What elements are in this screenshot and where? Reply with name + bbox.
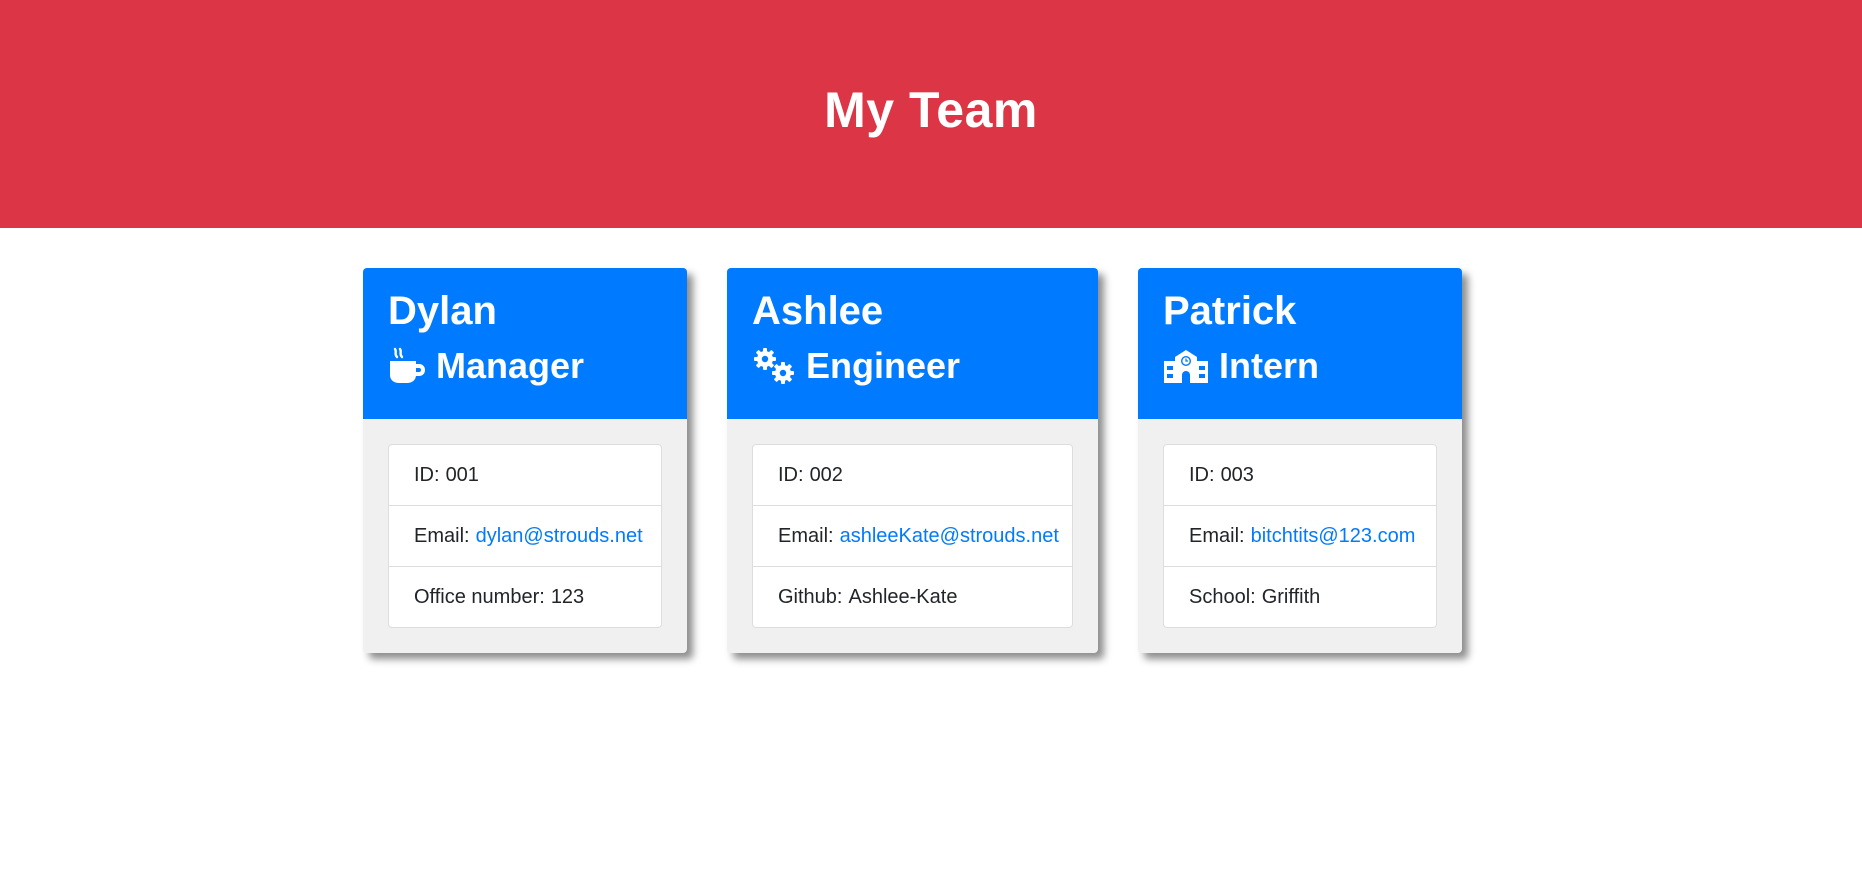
email-link[interactable]: bitchtits@123.com [1251,525,1416,548]
list-item-id: ID: 002 [753,445,1072,506]
id-value: 003 [1220,463,1254,486]
card-header: Patrick Intern [1138,268,1462,419]
employee-card-engineer: Ashlee Engineer ID: 002 Email: ashleeKat… [727,268,1098,653]
list-item-id: ID: 001 [389,445,661,506]
employee-role: Intern [1163,344,1462,388]
school-value: Griffith [1261,585,1321,608]
id-value: 001 [445,463,479,486]
card-header: Ashlee Engineer [727,268,1098,419]
id-label: ID: [414,463,440,486]
employee-details-list: ID: 003 Email: bitchtits@123.com School:… [1163,444,1437,628]
coffee-icon [388,347,426,385]
employee-card-manager: Dylan Manager ID: 001 Email: dylan@strou… [363,268,687,653]
employee-card-intern: Patrick Intern ID: 003 Email: bitchtits@… [1138,268,1462,653]
id-label: ID: [778,463,804,486]
list-item-school: School: Griffith [1164,567,1436,627]
email-label: Email: [778,524,834,547]
id-label: ID: [1189,463,1215,486]
list-item-id: ID: 003 [1164,445,1436,506]
github-label: Github: [778,585,843,608]
office-value: 123 [550,585,585,608]
role-label: Manager [436,345,585,386]
school-icon [1163,347,1209,385]
role-label: Intern [1219,345,1320,386]
list-item-email: Email: dylan@strouds.net [389,506,661,567]
employee-role: Manager [388,344,687,388]
office-label: Office number: [414,585,545,608]
employee-details-list: ID: 002 Email: ashleeKate@strouds.net Gi… [752,444,1073,628]
page-title: My Team [824,82,1038,138]
employee-name: Patrick [1163,289,1297,333]
email-link[interactable]: ashleeKate@strouds.net [840,525,1059,548]
card-header: Dylan Manager [363,268,687,419]
list-item-email: Email: bitchtits@123.com [1164,506,1436,567]
email-label: Email: [1189,524,1245,547]
list-item-office: Office number: 123 [389,567,661,627]
github-value: Ashlee-Kate [848,585,958,608]
role-label: Engineer [806,345,961,386]
list-item-email: Email: ashleeKate@strouds.net [753,506,1072,567]
employee-name: Dylan [388,289,497,333]
page-header: My Team [0,0,1862,228]
employee-details-list: ID: 001 Email: dylan@strouds.net Office … [388,444,662,628]
list-item-github: Github: Ashlee-Kate [753,567,1072,627]
employee-role: Engineer [752,344,1098,388]
employee-name: Ashlee [752,289,884,333]
cogs-icon [752,347,796,385]
id-value: 002 [809,463,843,486]
email-label: Email: [414,524,470,547]
school-label: School: [1189,585,1256,608]
email-link[interactable]: dylan@strouds.net [476,525,643,548]
